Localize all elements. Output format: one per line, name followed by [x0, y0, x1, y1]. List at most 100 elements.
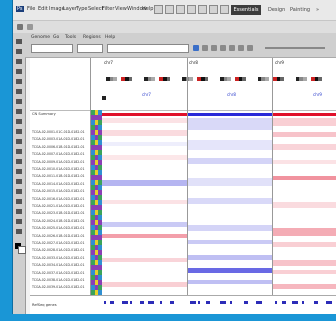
- menu-help[interactable]: Help: [142, 6, 153, 12]
- gene-feature[interactable]: [244, 301, 248, 304]
- gene-feature[interactable]: [148, 301, 154, 304]
- gene-track[interactable]: RefSeq genes: [30, 295, 336, 314]
- menu-edit[interactable]: Edit: [38, 6, 48, 12]
- cn-segment[interactable]: [187, 178, 272, 186]
- cn-segment[interactable]: [272, 228, 336, 236]
- gene-feature[interactable]: [230, 301, 232, 304]
- menu-filter[interactable]: Filter: [102, 6, 114, 12]
- menu-view[interactable]: View: [115, 6, 127, 12]
- hand-icon[interactable]: [187, 5, 196, 14]
- zoom-tool-icon[interactable]: [16, 229, 22, 234]
- gene-feature[interactable]: [198, 301, 200, 304]
- cn-segment[interactable]: [272, 242, 336, 247]
- cn-segment[interactable]: [187, 280, 272, 284]
- cn-segment[interactable]: [102, 282, 187, 287]
- cn-segment[interactable]: [272, 260, 336, 266]
- eyedropper-tool-icon[interactable]: [16, 89, 22, 94]
- gene-feature[interactable]: [140, 301, 144, 304]
- shape-tool-icon[interactable]: [16, 209, 22, 214]
- zoom-level-icon[interactable]: [176, 5, 185, 14]
- eraser-tool-icon[interactable]: [16, 139, 22, 144]
- workspace-more[interactable]: »: [316, 7, 319, 13]
- gene-feature[interactable]: [314, 301, 318, 304]
- cn-segment[interactable]: [102, 155, 187, 160]
- chromosome-link[interactable]: chr9: [313, 92, 322, 97]
- gene-feature[interactable]: [110, 301, 114, 304]
- cn-segment[interactable]: [272, 202, 336, 208]
- cn-segment[interactable]: [272, 118, 336, 126]
- menu-file[interactable]: File: [27, 6, 35, 12]
- type-tool-icon[interactable]: [16, 189, 22, 194]
- forward-icon[interactable]: [211, 45, 217, 51]
- gene-feature[interactable]: [256, 301, 262, 304]
- gene-feature[interactable]: [190, 301, 196, 304]
- cn-segment[interactable]: [272, 160, 336, 164]
- arrange-icon[interactable]: [209, 5, 218, 14]
- cn-segment[interactable]: [187, 240, 272, 244]
- cn-segment[interactable]: [187, 118, 272, 130]
- back-icon[interactable]: [202, 45, 208, 51]
- blur-tool-icon[interactable]: [16, 159, 22, 164]
- gene-feature[interactable]: [130, 301, 132, 304]
- chromosome-select[interactable]: [77, 44, 103, 53]
- resize-icon[interactable]: [238, 45, 244, 51]
- genome-select[interactable]: [31, 44, 73, 53]
- lasso-tool-icon[interactable]: [16, 59, 22, 64]
- gene-feature[interactable]: [326, 301, 332, 304]
- cn-segment[interactable]: [102, 180, 187, 186]
- cn-segment[interactable]: [272, 144, 336, 150]
- clone-stamp-tool-icon[interactable]: [16, 119, 22, 124]
- rotate-icon[interactable]: [198, 5, 207, 14]
- cn-segment[interactable]: [187, 140, 272, 150]
- cn-segment[interactable]: [102, 200, 187, 204]
- ideogram[interactable]: [102, 66, 336, 100]
- history-brush-tool-icon[interactable]: [16, 129, 22, 134]
- cn-segment[interactable]: [187, 113, 272, 116]
- gradient-tool-icon[interactable]: [16, 149, 22, 154]
- cn-segment[interactable]: [272, 132, 336, 137]
- dodge-tool-icon[interactable]: [16, 169, 22, 174]
- gene-feature[interactable]: [122, 301, 128, 304]
- cn-segment[interactable]: [102, 130, 187, 136]
- menu-genome[interactable]: Genome: [31, 35, 50, 40]
- cn-segment[interactable]: [187, 198, 272, 204]
- gene-feature[interactable]: [302, 301, 304, 304]
- marquee-tool-icon[interactable]: [16, 49, 22, 54]
- cn-segment[interactable]: [272, 113, 336, 116]
- workspace-button[interactable]: Essentials: [231, 5, 261, 15]
- locus-input[interactable]: [107, 44, 189, 53]
- workspace-painting[interactable]: Painting: [290, 7, 310, 13]
- gene-feature[interactable]: [282, 301, 286, 304]
- path-select-tool-icon[interactable]: [16, 199, 22, 204]
- gene-feature[interactable]: [170, 301, 174, 304]
- region-icon[interactable]: [229, 45, 235, 51]
- cn-segment[interactable]: [272, 284, 336, 289]
- quick-select-tool-icon[interactable]: [16, 69, 22, 74]
- popup-info-icon[interactable]: [247, 45, 253, 51]
- move-tool-icon[interactable]: [16, 39, 22, 44]
- cn-segment[interactable]: [272, 176, 336, 180]
- menu-regions[interactable]: Regions: [83, 35, 101, 40]
- go-button[interactable]: [193, 45, 199, 51]
- cn-segment[interactable]: [102, 222, 187, 227]
- brush-tool-icon[interactable]: [16, 109, 22, 114]
- pen-tool-icon[interactable]: [16, 179, 22, 184]
- workspace-design[interactable]: Design: [268, 7, 285, 13]
- gene-feature[interactable]: [104, 301, 106, 304]
- cn-segment[interactable]: [187, 268, 272, 273]
- options-icon[interactable]: [27, 24, 33, 30]
- cn-segment[interactable]: [187, 225, 272, 231]
- cn-segment[interactable]: [187, 158, 272, 164]
- tool-preset-icon[interactable]: [17, 24, 23, 30]
- menu-help-viewer[interactable]: Help: [105, 35, 115, 40]
- gene-feature[interactable]: [292, 301, 298, 304]
- crop-tool-icon[interactable]: [16, 79, 22, 84]
- refresh-icon[interactable]: [220, 45, 226, 51]
- menu-go[interactable]: Go: [53, 35, 59, 40]
- bridge-icon[interactable]: [154, 5, 163, 14]
- gene-feature[interactable]: [206, 301, 210, 304]
- cn-segment[interactable]: [102, 113, 187, 116]
- background-color-swatch[interactable]: [18, 246, 26, 254]
- chromosome-link[interactable]: chr8: [227, 92, 236, 97]
- cn-segment[interactable]: [102, 118, 187, 123]
